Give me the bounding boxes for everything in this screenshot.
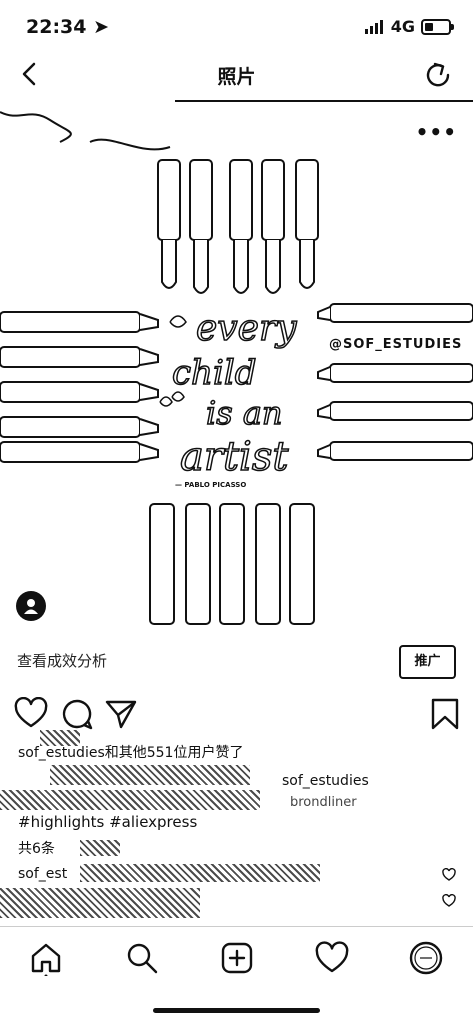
caption-text: brondliner [290, 795, 357, 810]
comments-noise [80, 840, 120, 856]
page-title: 照片 [217, 66, 256, 88]
tabbar-divider [0, 926, 473, 927]
caption-username[interactable]: sof_estudies [282, 773, 369, 789]
status-time: 22:34 ➤ [26, 16, 109, 38]
comment-username[interactable]: sof_est [18, 866, 67, 882]
activity-heart-icon[interactable] [314, 940, 350, 976]
lettering-attribution: — PABLO PICASSO [175, 481, 246, 489]
add-post-icon[interactable] [219, 940, 255, 976]
home-indicator [153, 1008, 320, 1013]
signal-icon [364, 19, 383, 34]
lettering-child: child [172, 353, 256, 393]
comment-like-icon-2[interactable] [442, 894, 456, 908]
caption-noise-1 [50, 765, 250, 785]
likes-avatar-noise [40, 730, 80, 746]
battery-icon [421, 18, 454, 35]
status-time-label: 22:34 [26, 16, 87, 38]
home-icon[interactable] [28, 940, 64, 976]
location-arrow-icon: ➤ [93, 16, 110, 38]
post-photo[interactable]: every child is an artist — PABLO PICASSO [0, 102, 473, 637]
comment-like-icon[interactable] [442, 868, 456, 882]
caption-hashtags[interactable]: #highlights #aliexpress [18, 813, 197, 831]
view-comments-link[interactable]: 共6条 [18, 838, 55, 858]
photo-handle-text: @SOF_ESTUDIES [329, 337, 463, 352]
bookmark-icon[interactable] [428, 697, 462, 731]
lettering-artist: artist [180, 434, 289, 480]
refresh-button[interactable] [421, 58, 455, 92]
lettering-is-an: is an [206, 394, 283, 432]
promote-button[interactable]: 推广 [399, 645, 456, 679]
network-label: 4G [390, 17, 415, 36]
like-heart-icon[interactable] [14, 697, 48, 731]
view-insights-link[interactable]: 查看成效分析 [17, 650, 107, 671]
comment-noise-2 [0, 888, 200, 918]
more-options-icon[interactable]: ••• [416, 120, 457, 144]
comment-icon[interactable] [60, 697, 94, 731]
lettering-every: every [196, 308, 297, 349]
comment-noise-1 [80, 864, 320, 882]
status-indicators: 4G [364, 17, 454, 36]
share-send-icon[interactable] [104, 697, 138, 731]
caption-noise-2 [0, 790, 260, 810]
search-icon[interactable] [124, 940, 160, 976]
photo-artwork: every child is an artist — PABLO PICASSO [0, 111, 473, 625]
profile-avatar-icon[interactable] [408, 940, 444, 976]
tagged-user-icon[interactable] [16, 591, 46, 621]
